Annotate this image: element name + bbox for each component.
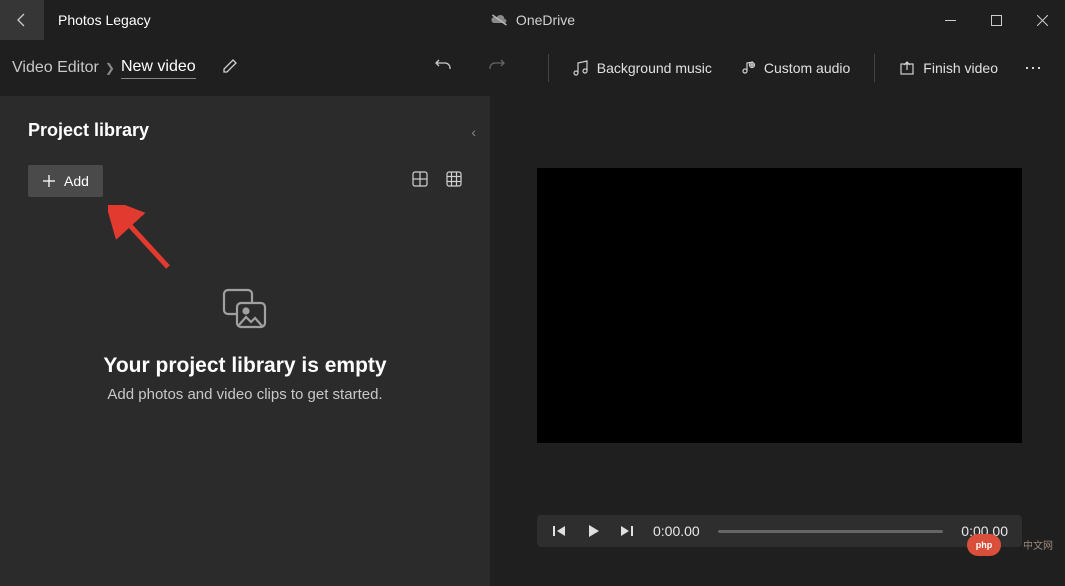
watermark-text: 中文网: [1023, 537, 1053, 552]
progress-slider[interactable]: [718, 530, 944, 533]
arrow-left-icon: [14, 12, 30, 28]
titlebar: Photos Legacy OneDrive: [0, 0, 1065, 40]
finish-video-button[interactable]: Finish video: [887, 52, 1010, 84]
collapse-panel-button[interactable]: ‹: [471, 124, 476, 140]
editor-toolbar: Video Editor ❯ New video Background musi…: [0, 40, 1065, 96]
grid-small-icon: [446, 171, 462, 187]
audio-settings-icon: [740, 60, 756, 76]
toolbar-divider: [548, 54, 549, 82]
app-title: Photos Legacy: [58, 12, 151, 28]
redo-button[interactable]: [482, 51, 512, 86]
video-preview[interactable]: [537, 168, 1022, 443]
add-button-label: Add: [64, 173, 89, 189]
history-controls: [428, 51, 512, 86]
minimize-icon: [945, 15, 956, 26]
toolbar-divider: [874, 54, 875, 82]
custom-audio-button[interactable]: Custom audio: [728, 52, 862, 84]
grid-large-icon: [412, 171, 428, 187]
onedrive-label: OneDrive: [516, 12, 575, 28]
project-library-panel: ‹ Project library Add Your project libra…: [0, 96, 490, 586]
window-controls: [927, 0, 1065, 40]
play-icon: [585, 523, 601, 539]
time-current: 0:00.00: [653, 523, 700, 539]
background-music-label: Background music: [597, 60, 712, 76]
custom-audio-label: Custom audio: [764, 60, 850, 76]
cloud-off-icon: [490, 13, 508, 27]
redo-icon: [488, 57, 506, 75]
export-icon: [899, 60, 915, 76]
content-area: ‹ Project library Add Your project libra…: [0, 96, 1065, 586]
add-media-button[interactable]: Add: [28, 165, 103, 197]
close-button[interactable]: [1019, 0, 1065, 40]
watermark-badge: php: [967, 534, 1001, 556]
library-toolbar: Add: [28, 165, 462, 197]
preview-panel: 0:00.00 0:00.00: [494, 96, 1065, 586]
step-back-icon: [551, 523, 567, 539]
pencil-icon: [222, 58, 238, 74]
step-forward-icon: [619, 523, 635, 539]
empty-state: Your project library is empty Add photos…: [28, 287, 462, 403]
chevron-left-icon: ‹: [471, 124, 476, 140]
music-icon: [573, 60, 589, 76]
next-frame-button[interactable]: [619, 523, 635, 539]
grid-small-button[interactable]: [446, 171, 462, 192]
rename-button[interactable]: [216, 52, 244, 85]
empty-title: Your project library is empty: [28, 354, 462, 378]
ellipsis-icon: ⋯: [1024, 58, 1043, 78]
finish-video-label: Finish video: [923, 60, 998, 76]
maximize-button[interactable]: [973, 0, 1019, 40]
chevron-right-icon: ❯: [105, 61, 115, 75]
more-options-button[interactable]: ⋯: [1014, 52, 1053, 85]
back-button[interactable]: [0, 0, 44, 40]
plus-icon: [42, 174, 56, 188]
view-toggles: [412, 171, 462, 192]
empty-media-icon: [28, 287, 462, 336]
breadcrumb-root[interactable]: Video Editor: [12, 59, 99, 77]
background-music-button[interactable]: Background music: [561, 52, 724, 84]
grid-large-button[interactable]: [412, 171, 428, 192]
empty-subtitle: Add photos and video clips to get starte…: [28, 386, 462, 403]
breadcrumb: Video Editor ❯ New video: [12, 58, 196, 79]
onedrive-status[interactable]: OneDrive: [490, 12, 575, 28]
breadcrumb-current: New video: [121, 58, 196, 79]
library-title: Project library: [28, 120, 462, 141]
undo-icon: [434, 57, 452, 75]
minimize-button[interactable]: [927, 0, 973, 40]
maximize-icon: [991, 15, 1002, 26]
close-icon: [1037, 15, 1048, 26]
play-button[interactable]: [585, 523, 601, 539]
previous-frame-button[interactable]: [551, 523, 567, 539]
undo-button[interactable]: [428, 51, 458, 86]
player-controls: 0:00.00 0:00.00: [537, 515, 1022, 547]
